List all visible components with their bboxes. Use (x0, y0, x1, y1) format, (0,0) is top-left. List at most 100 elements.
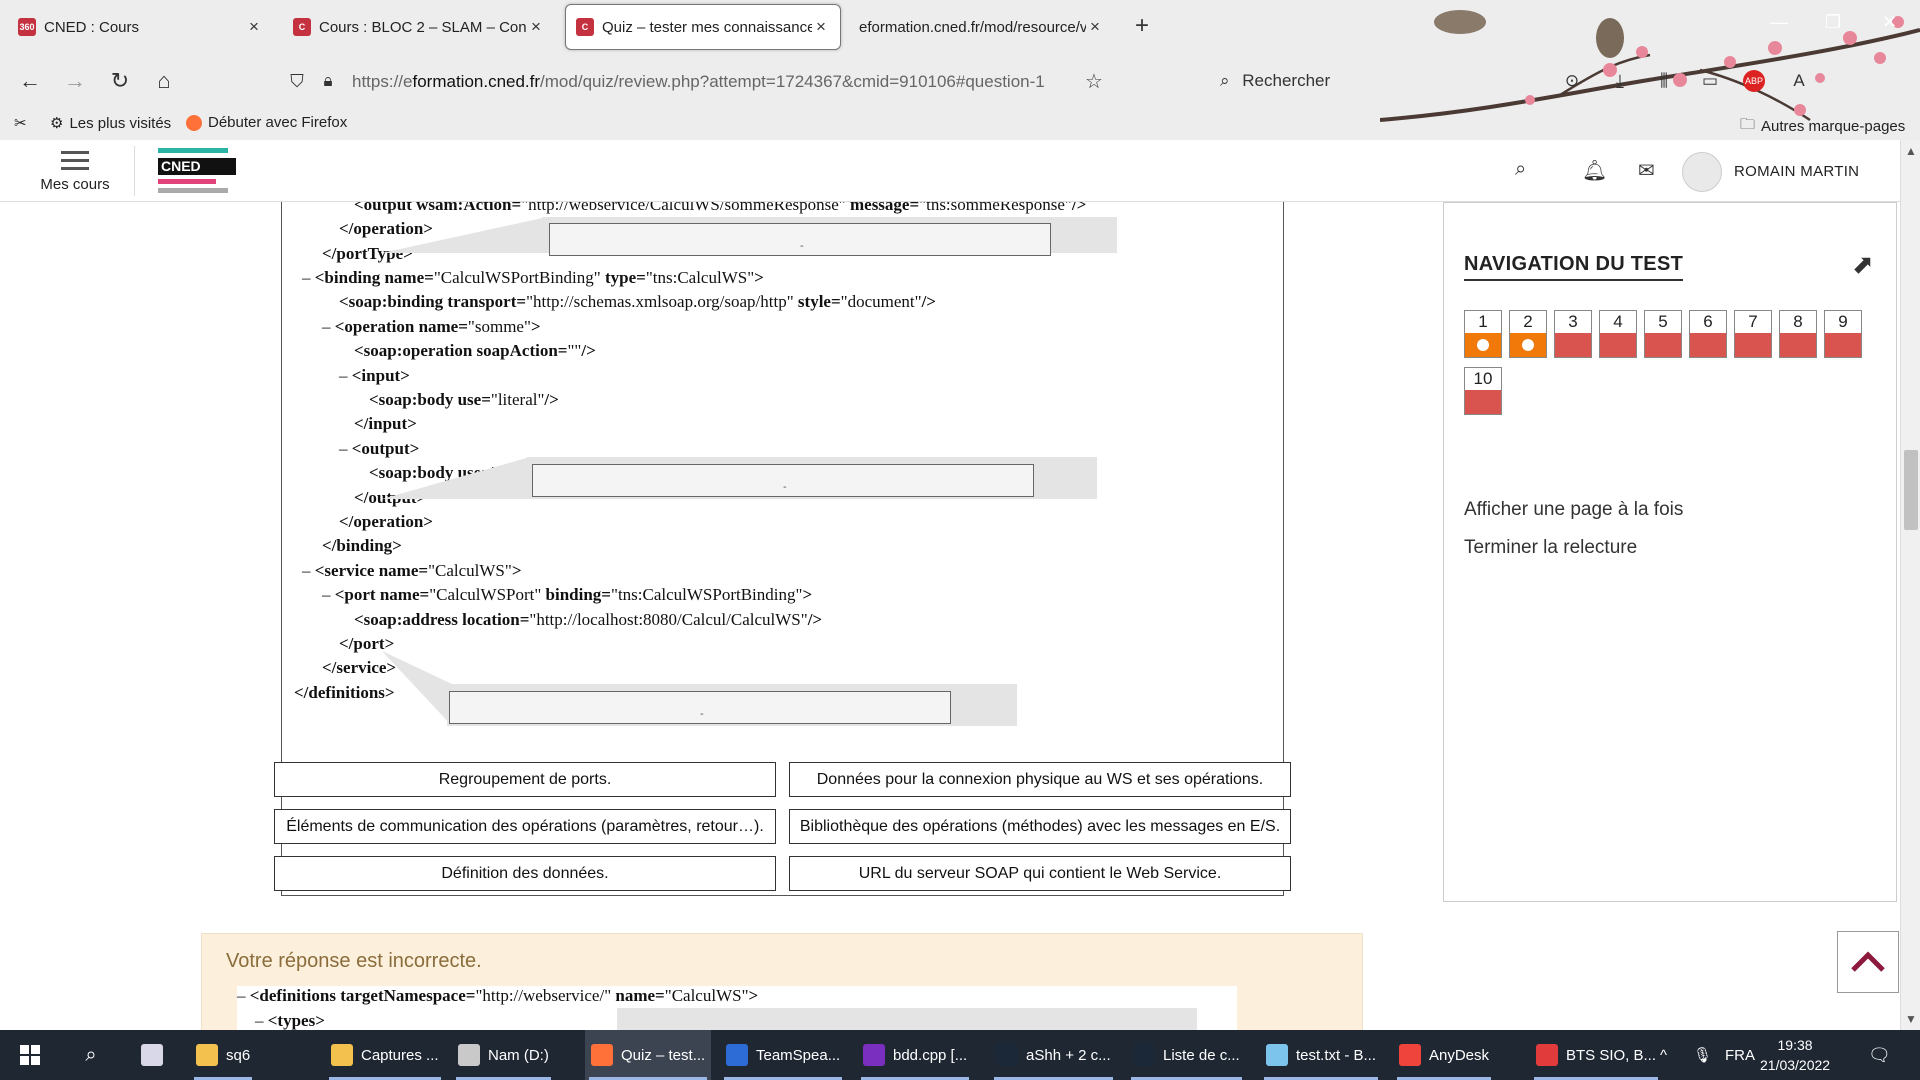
bell-icon[interactable]: 🔔︎ (1582, 158, 1607, 183)
wsdl-code-line: – <types> (255, 1011, 325, 1030)
app-label: Nam (D:) (488, 1046, 549, 1064)
cned-logo[interactable]: CNED (158, 148, 236, 196)
new-tab-plus-icon[interactable]: + (1135, 12, 1149, 40)
close-icon[interactable]: × (812, 17, 830, 37)
microphone-icon[interactable]: 🎙︎ (1693, 1030, 1712, 1080)
bookmark-other[interactable]: 🗀 Autres marque-pages (1740, 114, 1905, 139)
question-button-5[interactable]: 5 (1644, 310, 1682, 358)
reader-view-icon[interactable]: ▭ (1696, 67, 1724, 95)
drag-choice-port-grouping[interactable]: Regroupement de ports. (274, 762, 776, 797)
minimize-icon[interactable]: — (1770, 12, 1788, 33)
download-icon[interactable]: ⤓ (1606, 67, 1634, 95)
page-scrollbar[interactable]: ▲ ▼ (1900, 140, 1920, 1030)
expand-arrow-icon[interactable]: ⬈ (1852, 249, 1874, 280)
question-button-6[interactable]: 6 (1689, 310, 1727, 358)
incorrect-status (1465, 390, 1501, 414)
question-button-3[interactable]: 3 (1554, 310, 1592, 358)
search-icon[interactable]: ⌕ (74, 1030, 108, 1080)
tab-cned-cours[interactable]: 360 CNED : Cours × (8, 4, 273, 50)
app-label: test.txt - B... (1296, 1046, 1377, 1064)
dropzone-2[interactable]: - (532, 464, 1034, 497)
drag-choice-communication-elements[interactable]: Éléments de communication des opérations… (274, 809, 776, 844)
question-button-9[interactable]: 9 (1824, 310, 1862, 358)
taskbar-app[interactable]: AnyDesk (1393, 1030, 1495, 1080)
dropzone-background (617, 1008, 1197, 1030)
taskbar-app[interactable]: test.txt - B... (1260, 1030, 1382, 1080)
tab-quiz-active[interactable]: C Quiz – tester mes connaissances × (565, 4, 841, 50)
question-button-10[interactable]: 10 (1464, 367, 1502, 415)
app-label: TeamSpea... (756, 1046, 841, 1064)
taskbar-app[interactable]: Captures ... (325, 1030, 445, 1080)
cned-favicon: 360 (18, 18, 36, 36)
start-button[interactable] (10, 1030, 50, 1080)
show-one-page-link[interactable]: Afficher une page à la fois (1464, 499, 1683, 521)
bookmark-most-visited[interactable]: ⚙ Les plus visités (50, 114, 171, 133)
bookmarks-tools-icon[interactable]: ✂ (14, 114, 27, 132)
star-bookmark-icon[interactable]: ☆ (1080, 67, 1108, 95)
drag-choice-operations-library[interactable]: Bibliothèque des opérations (méthodes) a… (789, 809, 1291, 844)
mes-cours-menu[interactable]: Mes cours (30, 146, 120, 193)
scroll-up-arrow-icon[interactable]: ▲ (1905, 144, 1917, 158)
shield-icon[interactable]: ⛉ (283, 67, 311, 95)
taskbar-app[interactable]: sq6 (190, 1030, 256, 1080)
pocket-icon[interactable]: ⊙ (1558, 67, 1586, 95)
search-box[interactable]: ⌕ Rechercher (1220, 71, 1330, 91)
taskbar-app[interactable]: aShh + 2 c... (990, 1030, 1117, 1080)
app-icon (1399, 1044, 1421, 1066)
dropzone-1[interactable]: - (549, 223, 1051, 256)
scroll-down-arrow-icon[interactable]: ▼ (1905, 1012, 1917, 1026)
question-button-8[interactable]: 8 (1779, 310, 1817, 358)
question-button-7[interactable]: 7 (1734, 310, 1772, 358)
drag-choice-data-definition[interactable]: Définition des données. (274, 856, 776, 891)
incorrect-status (1825, 333, 1861, 357)
lock-icon[interactable]: 🔒︎ (314, 67, 342, 95)
taskbar-app[interactable]: Liste de c... (1127, 1030, 1246, 1080)
notification-icon[interactable]: 🗨︎ (1868, 1030, 1891, 1080)
partially-correct-status (1465, 333, 1501, 357)
close-icon[interactable]: × (245, 17, 263, 37)
library-icon[interactable]: ⫼ (1650, 67, 1678, 95)
question-number: 2 (1523, 312, 1533, 331)
dropzone-3[interactable]: - (449, 691, 951, 724)
window-close-icon[interactable]: ✕ (1882, 12, 1897, 33)
back-arrow-icon[interactable]: ← (16, 67, 44, 95)
wsdl-code-line: – <input> (339, 365, 410, 385)
language-indicator[interactable]: FRA (1725, 1030, 1755, 1080)
taskbar-app[interactable]: TeamSpea... (720, 1030, 846, 1080)
tab-cours-bloc2[interactable]: C Cours : BLOC 2 – SLAM – Concep × (283, 4, 555, 50)
taskbar-app[interactable]: Quiz – test... (585, 1030, 712, 1080)
home-icon[interactable]: ⌂ (150, 67, 178, 95)
taskbar-app[interactable]: BTS SIO, B... (1530, 1030, 1662, 1080)
finish-review-link[interactable]: Terminer la relecture (1464, 537, 1637, 559)
taskbar-app[interactable]: bdd.cpp [... (857, 1030, 973, 1080)
search-icon[interactable]: ⌕ (1515, 158, 1526, 181)
back-to-top-button[interactable] (1837, 931, 1899, 993)
drag-choice-soap-server-url[interactable]: URL du serveur SOAP qui contient le Web … (789, 856, 1291, 891)
maximize-icon[interactable]: ❐ (1825, 12, 1841, 33)
browser-chrome: 360 CNED : Cours × C Cours : BLOC 2 – SL… (0, 0, 1920, 140)
question-button-1[interactable]: 1 (1464, 310, 1502, 358)
site-header: Mes cours CNED ⌕ 🔔︎ ✉ ROMAIN MARTIN (0, 140, 1900, 202)
reload-icon[interactable]: ↻ (106, 67, 134, 95)
taskbar-app[interactable]: Nam (D:) (452, 1030, 555, 1080)
avatar[interactable] (1682, 152, 1722, 192)
question-button-2[interactable]: 2 (1509, 310, 1547, 358)
url-text[interactable]: https://eformation.cned.fr/mod/quiz/revi… (352, 72, 1087, 92)
gear-icon: ⚙ (50, 115, 64, 132)
envelope-icon[interactable]: ✉ (1638, 158, 1655, 183)
tray-chevron-icon[interactable]: ^ (1660, 1030, 1667, 1080)
question-button-4[interactable]: 4 (1599, 310, 1637, 358)
close-icon[interactable]: × (527, 17, 545, 37)
tab-resource[interactable]: eformation.cned.fr/mod/resource/vi × (849, 4, 1114, 50)
logo-stripe (158, 148, 228, 153)
clock[interactable]: 19:38 21/03/2022 (1760, 1035, 1830, 1075)
forward-arrow-icon[interactable]: → (61, 67, 89, 95)
close-icon[interactable]: × (1086, 17, 1104, 37)
adblock-icon[interactable]: ABP (1740, 67, 1768, 95)
paint-app-icon[interactable] (132, 1030, 172, 1080)
scrollbar-thumb[interactable] (1904, 450, 1918, 530)
user-name[interactable]: ROMAIN MARTIN (1734, 163, 1859, 180)
drag-choice-physical-connection[interactable]: Données pour la connexion physique au WS… (789, 762, 1291, 797)
extension-icon[interactable]: A (1785, 67, 1813, 95)
bookmark-getting-started[interactable]: Débuter avec Firefox (186, 114, 347, 131)
